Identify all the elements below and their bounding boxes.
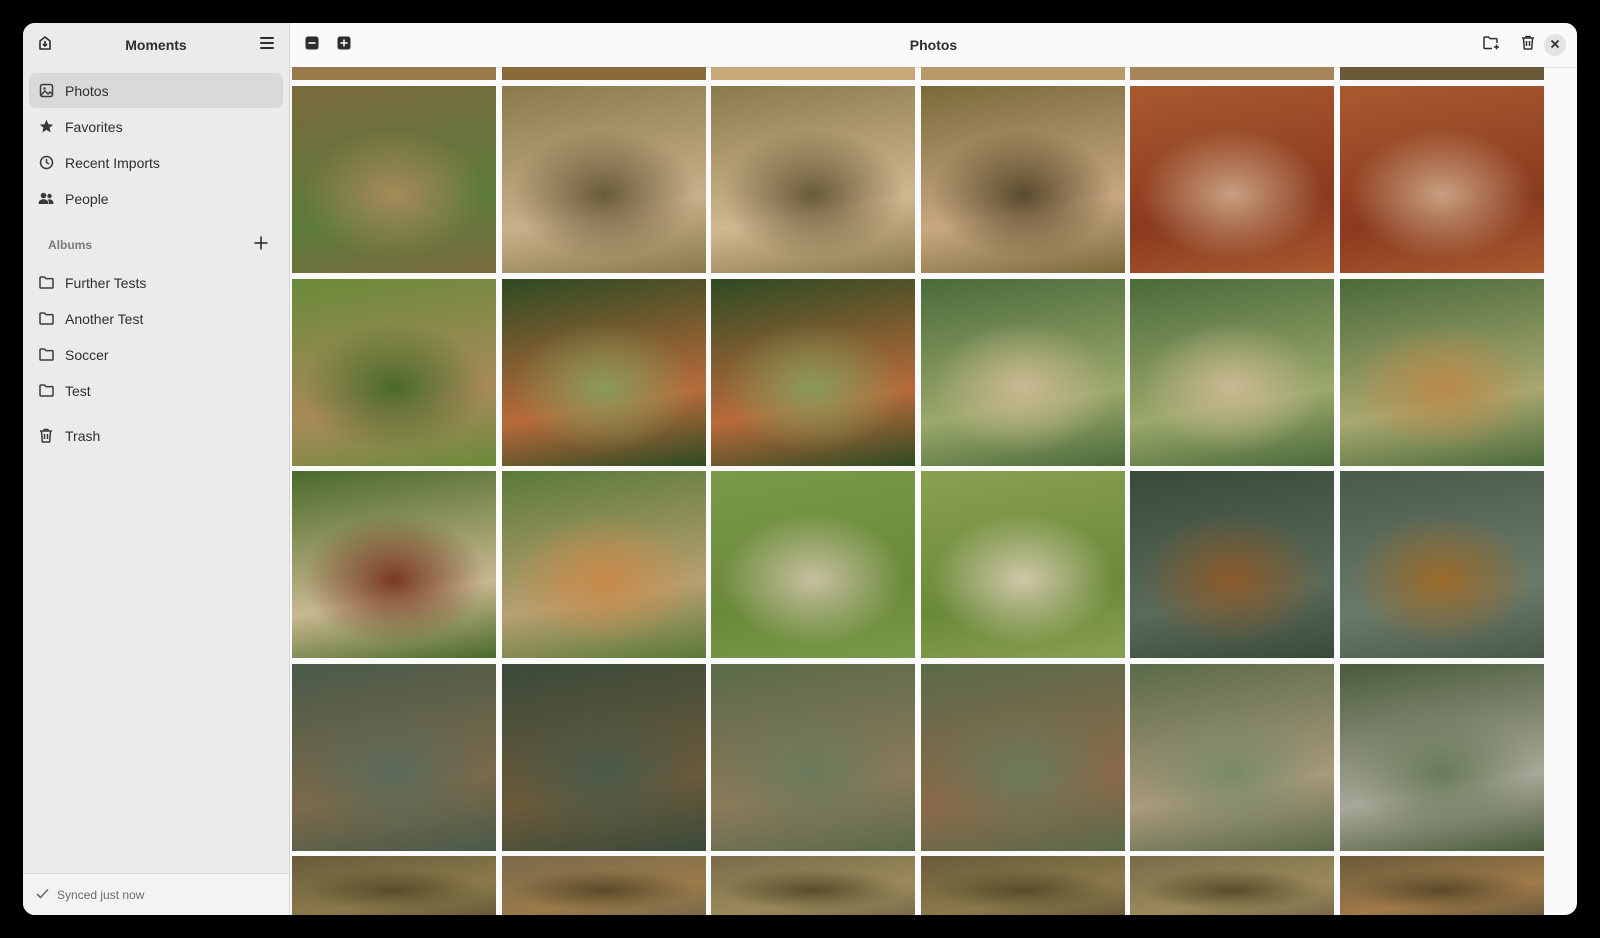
checkmark-icon	[36, 886, 49, 904]
photo-thumbnail[interactable]	[921, 279, 1125, 466]
photo-thumbnail[interactable]	[502, 67, 706, 80]
album-label: Further Tests	[65, 274, 147, 291]
sidebar-item-people[interactable]: People	[29, 181, 283, 216]
photo-thumbnail[interactable]	[292, 279, 496, 466]
plus-square-icon	[337, 36, 351, 55]
folder-icon	[38, 275, 54, 291]
album-label: Test	[65, 382, 91, 399]
image-icon	[38, 83, 54, 99]
photo-thumbnail[interactable]	[502, 664, 706, 851]
photo-thumbnail[interactable]	[921, 664, 1125, 851]
photo-thumbnail[interactable]	[1340, 471, 1544, 658]
photo-thumbnail[interactable]	[711, 471, 915, 658]
import-button[interactable]	[34, 34, 56, 56]
photo-thumbnail[interactable]	[711, 86, 915, 273]
zoom-in-button[interactable]	[333, 34, 355, 56]
photo-thumbnail[interactable]	[921, 856, 1125, 915]
photo-thumbnail[interactable]	[1340, 86, 1544, 273]
sidebar-item-label: People	[65, 190, 109, 207]
sync-status-bar: Synced just now	[23, 873, 289, 915]
trash-section: Trash	[23, 418, 289, 453]
photo-thumbnail[interactable]	[921, 86, 1125, 273]
sidebar-item-label: Recent Imports	[65, 154, 160, 171]
trash-icon	[1521, 35, 1535, 55]
zoom-out-button[interactable]	[301, 34, 323, 56]
photo-thumbnail[interactable]	[1340, 664, 1544, 851]
folder-icon	[38, 311, 54, 327]
photo-thumbnail[interactable]	[921, 471, 1125, 658]
people-icon	[38, 191, 54, 207]
album-item-another-test[interactable]: Another Test	[29, 301, 283, 336]
photo-thumbnail[interactable]	[711, 856, 915, 915]
photo-thumbnail[interactable]	[292, 86, 496, 273]
albums-header: Albums	[23, 227, 289, 263]
hamburger-menu-icon	[259, 36, 275, 55]
sidebar-item-favorites[interactable]: Favorites	[29, 109, 283, 144]
sidebar-item-trash[interactable]: Trash	[29, 418, 283, 453]
photo-grid	[292, 67, 1577, 915]
add-to-album-button[interactable]	[1480, 34, 1502, 56]
photo-thumbnail[interactable]	[711, 67, 915, 80]
sidebar-item-photos[interactable]: Photos	[29, 73, 283, 108]
sidebar-title: Moments	[125, 37, 187, 53]
app-window: Moments Photos Favorites Recent Imports …	[23, 23, 1577, 915]
photo-thumbnail[interactable]	[711, 279, 915, 466]
sidebar-header: Moments	[23, 23, 289, 67]
star-icon	[38, 119, 54, 135]
photo-thumbnail[interactable]	[1130, 279, 1334, 466]
album-label: Soccer	[65, 346, 109, 363]
add-album-button[interactable]	[251, 235, 271, 255]
trash-icon	[38, 428, 54, 444]
photo-thumbnail[interactable]	[1130, 471, 1334, 658]
photo-thumbnail[interactable]	[1340, 279, 1544, 466]
delete-button[interactable]	[1517, 34, 1539, 56]
photo-thumbnail[interactable]	[292, 471, 496, 658]
clock-icon	[38, 155, 54, 171]
photo-thumbnail[interactable]	[1130, 67, 1334, 80]
sidebar-item-recent-imports[interactable]: Recent Imports	[29, 145, 283, 180]
photo-thumbnail[interactable]	[1130, 86, 1334, 273]
photo-thumbnail[interactable]	[502, 279, 706, 466]
photo-thumbnail[interactable]	[1340, 67, 1544, 80]
close-button[interactable]	[1544, 34, 1566, 56]
plus-icon	[254, 236, 268, 255]
close-icon	[1550, 36, 1560, 54]
photo-thumbnail[interactable]	[292, 664, 496, 851]
sidebar-item-label: Trash	[65, 427, 101, 444]
album-label: Another Test	[65, 310, 144, 327]
import-icon	[37, 35, 53, 56]
photo-thumbnail[interactable]	[1130, 664, 1334, 851]
sidebar-item-label: Favorites	[65, 118, 123, 135]
photo-thumbnail[interactable]	[292, 856, 496, 915]
folder-icon	[38, 347, 54, 363]
folder-icon	[38, 383, 54, 399]
photo-thumbnail[interactable]	[1130, 856, 1334, 915]
sync-status-text: Synced just now	[57, 887, 145, 902]
photo-thumbnail[interactable]	[502, 471, 706, 658]
albums-section-label: Albums	[48, 238, 93, 252]
photo-thumbnail[interactable]	[921, 67, 1125, 80]
photo-thumbnail[interactable]	[502, 86, 706, 273]
album-item-soccer[interactable]: Soccer	[29, 337, 283, 372]
photo-thumbnail[interactable]	[502, 856, 706, 915]
header-bar: Photos	[290, 23, 1577, 68]
sidebar: Moments Photos Favorites Recent Imports …	[23, 23, 290, 915]
albums-list: Further Tests Another Test Soccer Test	[23, 265, 289, 408]
main-content: Photos	[290, 23, 1577, 915]
page-title: Photos	[909, 37, 958, 53]
photo-thumbnail[interactable]	[292, 67, 496, 80]
album-item-test[interactable]: Test	[29, 373, 283, 408]
minus-square-icon	[305, 36, 319, 55]
album-item-further-tests[interactable]: Further Tests	[29, 265, 283, 300]
folder-add-icon	[1482, 35, 1500, 55]
photo-thumbnail[interactable]	[711, 664, 915, 851]
main-menu-button[interactable]	[256, 34, 278, 56]
sidebar-nav: Photos Favorites Recent Imports People	[23, 67, 289, 216]
sidebar-item-label: Photos	[65, 82, 109, 99]
photo-thumbnail[interactable]	[1340, 856, 1544, 915]
